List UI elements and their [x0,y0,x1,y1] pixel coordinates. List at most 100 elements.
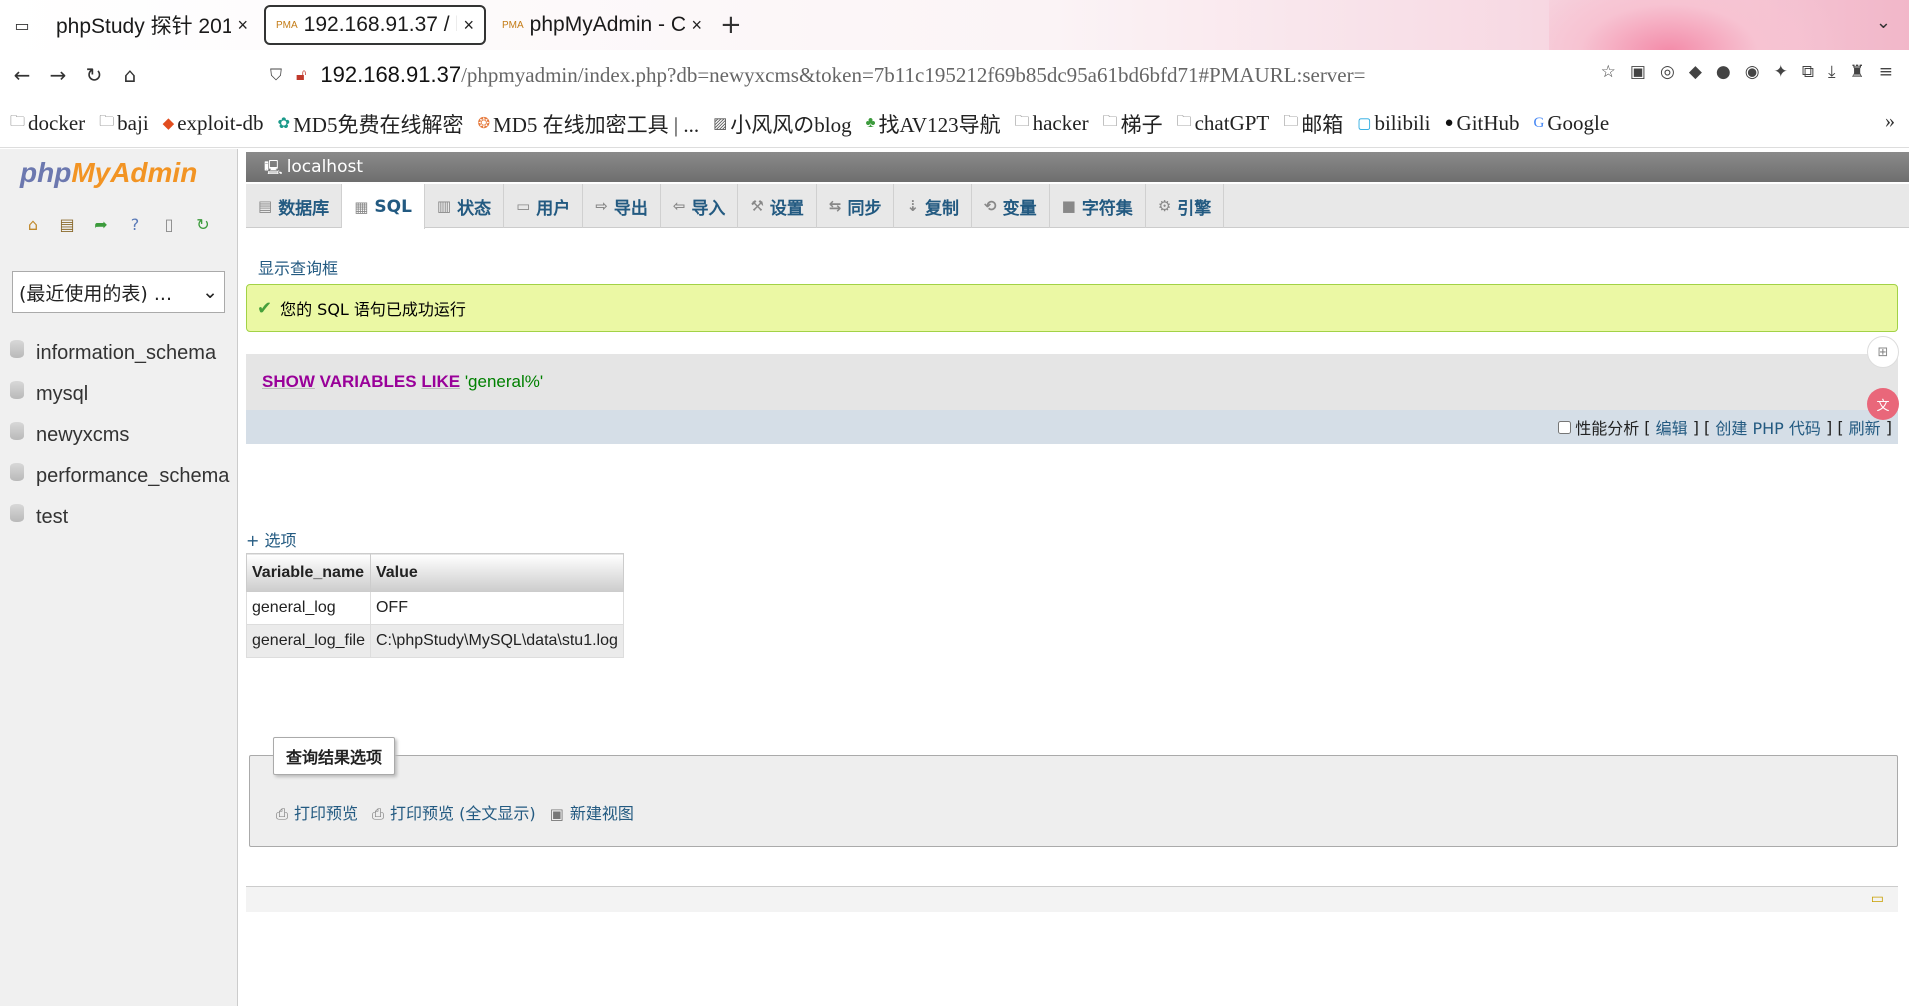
tab-replication[interactable]: ⇣ 复制 [894,184,973,228]
bookmark-github[interactable]: ● GitHub [1444,111,1519,136]
tab-synchronize[interactable]: ⇆ 同步 [817,184,895,228]
qr-code-icon[interactable]: ⊞ [1867,336,1899,368]
tab-databases[interactable]: ▤ 数据库 [246,184,343,228]
engine-icon: ⚙ [1157,197,1172,215]
bookmark-md5-decrypt[interactable]: ✿ MD5免费在线解密 [278,109,464,139]
console-bar[interactable]: ▭ [246,886,1898,912]
sql-icon: ▦ [354,197,369,216]
bookmark-chatgpt[interactable]: 🗀 chatGPT [1177,111,1270,136]
new-tab-button[interactable]: + [720,10,742,40]
bookmark-hacker[interactable]: 🗀 hacker [1015,111,1089,136]
reload-icon[interactable]: ↻ [76,63,112,87]
console-icon[interactable]: ▭ [1871,891,1884,907]
logout-icon[interactable]: ▤ [56,215,78,234]
database-item[interactable]: information_schema [10,333,229,374]
download-icon[interactable]: ⤓ [1828,62,1836,82]
phpmyadmin-logo[interactable]: phpMyAdmin [20,157,197,189]
browser-tab-2-active[interactable]: PMA 192.168.91.37 / lo × [264,5,486,45]
server-icon: 🖳 [264,160,283,176]
chevron-right-double-icon[interactable]: » [1885,110,1895,133]
extension-icon[interactable]: ▣ [1630,62,1646,82]
charset-icon: ■ [1061,197,1076,215]
printer-icon: ⎙ [276,805,289,823]
print-view-link[interactable]: ⎙ 打印预览 [276,800,358,824]
database-item[interactable]: performance_schema [10,456,229,497]
users-icon: ▭ [516,197,531,215]
checkmark-icon: ✔ [257,297,273,319]
bookmark-bilibili[interactable]: ▢ bilibili [1357,111,1430,136]
documentation-icon[interactable]: ▯ [158,215,180,234]
sql-keyword-show[interactable]: SHOW [262,372,315,391]
extension-icon[interactable]: ✦ [1774,62,1788,82]
forward-arrow-icon[interactable]: → [40,63,76,87]
extension-icon[interactable]: ◆ [1689,62,1702,82]
bookmark-baji[interactable]: 🗀 baji [99,111,149,136]
database-item[interactable]: newyxcms [10,415,229,456]
tab-title: 192.168.91.37 / lo [303,13,458,36]
extension-icon[interactable]: ● [1716,62,1731,82]
recent-tables-select[interactable]: (最近使用的表) ... ⌄ [12,271,225,313]
tab-sql[interactable]: ▦ SQL [342,184,425,229]
show-query-box-link[interactable]: 显示查询框 [258,255,338,279]
extension-toolbar: ☆ ▣ ◎ ◆ ● ◉ ✦ ⧉ ⤓ ♜ ≡ [1601,62,1893,82]
bookmark-blog[interactable]: ▨ 小风风のblog [713,109,852,139]
tab-charsets[interactable]: ■ 字符集 [1050,184,1146,228]
address-bar[interactable]: ⛉ 🔓︎ 192.168.91.37 /phpmyadmin/index.php… [270,56,1540,94]
close-icon[interactable]: × [691,15,702,36]
tab-variables[interactable]: ⟲ 变量 [972,184,1050,228]
home-icon[interactable]: ⌂ [22,215,44,234]
column-header[interactable]: Variable_name [246,553,371,592]
tab-import[interactable]: ⇦ 导入 [661,184,739,228]
result-options-legend: 查询结果选项 [273,737,396,775]
menu-icon[interactable]: ≡ [1879,62,1893,82]
sync-icon: ⇆ [828,197,842,215]
help-icon[interactable]: ? [124,215,146,234]
browser-tab-3[interactable]: PMA phpMyAdmin - C × [492,5,712,45]
sql-keyword-like[interactable]: LIKE [421,372,460,391]
tab-title: phpMyAdmin - C [529,13,686,36]
bookmark-exploit-db[interactable]: ◆ exploit-db [163,111,264,136]
fingerprint-icon[interactable]: ◉ [1745,62,1760,82]
create-view-link[interactable]: ▣ 新建视图 [550,800,634,824]
tab-status[interactable]: ▥ 状态 [425,184,505,228]
folder-icon: 🗀 [1176,114,1192,130]
print-view-full-link[interactable]: ⎙ 打印预览 (全文显示) [372,800,536,824]
browser-tab-1[interactable]: phpStudy 探针 2014 × [46,5,258,45]
table-row: general_log OFF [246,591,624,625]
extension-icon[interactable]: ♜ [1850,62,1865,82]
server-breadcrumb[interactable]: 🖳 localhost [246,152,1909,182]
database-item[interactable]: test [10,497,229,538]
reload-navigation-icon[interactable]: ↻ [192,215,214,234]
close-icon[interactable]: × [237,15,248,36]
close-icon[interactable]: × [463,15,474,36]
edit-link[interactable]: 编辑 [1656,415,1688,439]
tab-engines[interactable]: ⚙ 引擎 [1146,184,1225,228]
chevron-down-icon[interactable]: ⌄ [1876,12,1891,33]
options-toggle-link[interactable]: + 选项 [246,527,297,551]
star-icon[interactable]: ☆ [1601,62,1616,82]
home-icon[interactable]: ⌂ [112,63,148,87]
bookmark-md5-encrypt[interactable]: ❂ MD5 在线加密工具 | ... [477,109,699,139]
extension-icon[interactable]: ◎ [1660,62,1675,82]
insecure-lock-icon[interactable]: 🔓︎ [296,65,306,85]
bookmark-av123[interactable]: ♣ 找AV123导航 [866,109,1001,139]
query-window-icon[interactable]: ➦ [90,215,112,234]
tab-list-icon[interactable]: ▭ [4,7,40,43]
tab-users[interactable]: ▭ 用户 [504,184,584,228]
nav-quick-icons: ⌂ ▤ ➦ ? ▯ ↻ [22,215,214,234]
bookmark-mail[interactable]: 🗀 邮箱 [1283,109,1343,139]
column-header[interactable]: Value [369,553,624,592]
tab-export[interactable]: ⇨ 导出 [583,184,661,228]
back-arrow-icon[interactable]: ← [4,63,40,87]
database-item[interactable]: mysql [10,374,229,415]
bookmark-ladder[interactable]: 🗀 梯子 [1103,109,1163,139]
puzzle-icon[interactable]: ⧉ [1802,62,1814,82]
translate-icon[interactable]: 文 [1867,388,1899,420]
wrench-icon: ⚒ [750,197,764,215]
bookmark-docker[interactable]: 🗀 docker [10,111,85,136]
profiling-checkbox[interactable] [1558,420,1572,434]
tab-settings[interactable]: ⚒ 设置 [738,184,817,228]
create-php-code-link[interactable]: 创建 PHP 代码 [1715,415,1821,439]
url-host: 192.168.91.37 [320,62,462,87]
bookmark-google[interactable]: G Google [1534,111,1610,136]
